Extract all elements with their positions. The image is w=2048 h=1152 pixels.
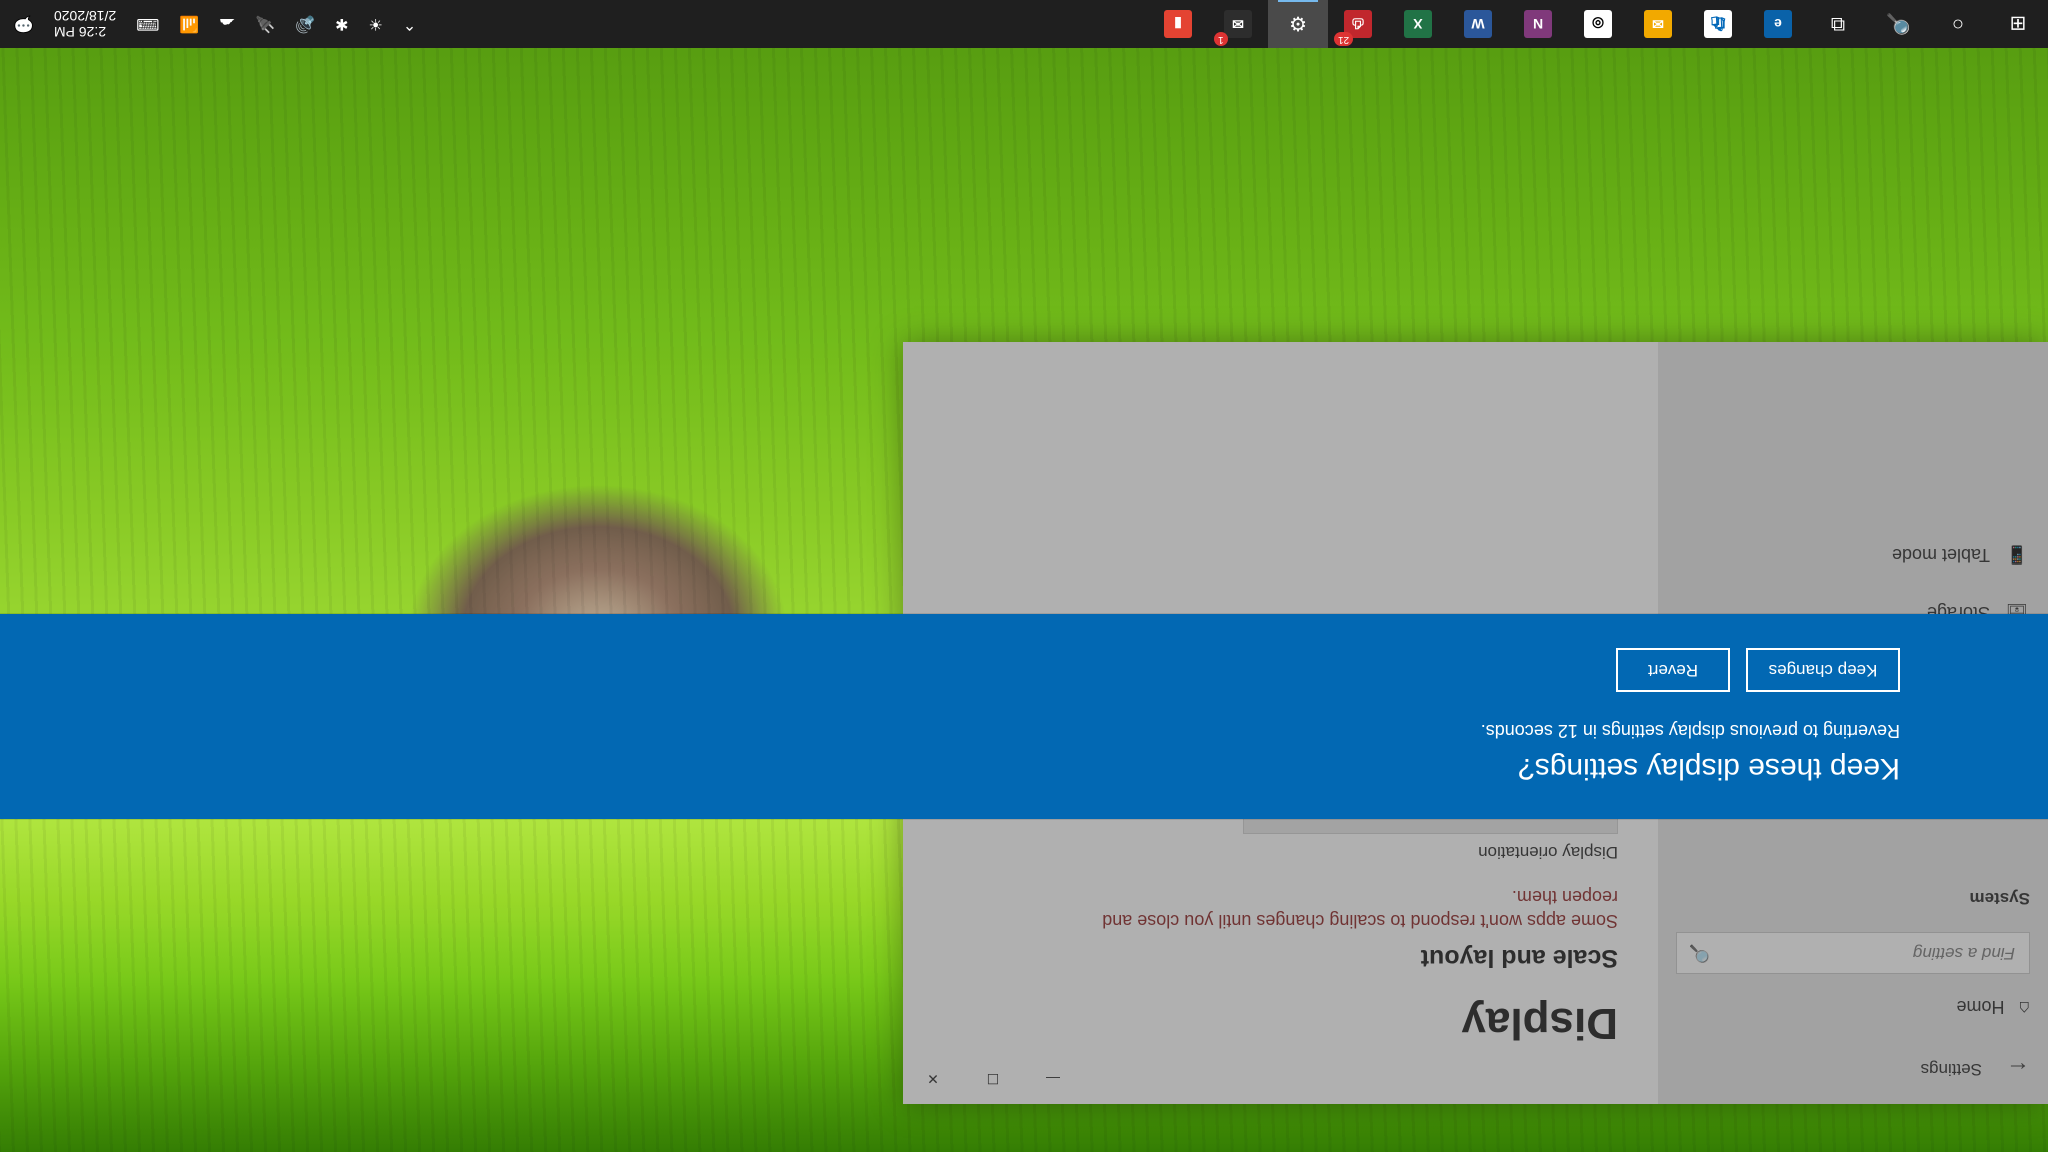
clock-time: 2:26 PM: [54, 24, 116, 40]
settings-icon: ⚙: [1289, 12, 1307, 37]
taskbar-edge[interactable]: e: [1748, 0, 1808, 48]
taskbar-search[interactable]: 🔍: [1868, 0, 1928, 48]
keep-changes-dialog: Keep these display settings? Reverting t…: [0, 614, 2048, 819]
sidebar-item-tablet[interactable]: 📱 Tablet mode: [1676, 526, 2030, 584]
todoist-icon: ▮: [1164, 10, 1192, 38]
tray-icon-7[interactable]: ⌨: [136, 14, 159, 34]
word-icon: W: [1464, 10, 1492, 38]
cortana-icon: ○: [1952, 13, 1964, 36]
tray-icon-0[interactable]: ⌃: [403, 14, 416, 34]
orientation-label: Display orientation: [943, 842, 1618, 862]
taskbar-apps: ⊞○🔍⧉e🛍✉◎NWX⎙21⚙✉1▮: [1148, 0, 2048, 48]
start-icon: ⊞: [2010, 12, 2027, 37]
taskbar-word[interactable]: W: [1448, 0, 1508, 48]
dialog-message: Reverting to previous display settings i…: [1481, 720, 1900, 741]
taskbar-pdf[interactable]: ⎙21: [1328, 0, 1388, 48]
tray-icon-3[interactable]: 🔊: [295, 14, 315, 34]
search-input[interactable]: 🔍: [1676, 932, 2030, 974]
home-label: Home: [1957, 997, 2005, 1018]
section-system: System: [1676, 888, 2030, 908]
tray-icon-4[interactable]: 🔌: [255, 14, 275, 34]
dialog-title: Keep these display settings?: [1481, 751, 1900, 785]
tray-icon-1[interactable]: ☀: [368, 14, 382, 34]
mail2-badge: 1: [1214, 32, 1228, 46]
chrome-icon: ◎: [1584, 10, 1612, 38]
minimize-button[interactable]: —: [1023, 1056, 1083, 1102]
taskbar-cortana[interactable]: ○: [1928, 0, 1988, 48]
keep-changes-button[interactable]: Keep changes: [1746, 648, 1900, 692]
notifications-icon[interactable]: 💬: [14, 14, 34, 34]
taskbar-start[interactable]: ⊞: [1988, 0, 2048, 48]
taskbar-mail2[interactable]: ✉1: [1208, 0, 1268, 48]
search-field[interactable]: [1734, 942, 2017, 964]
keep-label: Keep changes: [1769, 660, 1878, 680]
taskbar-settings[interactable]: ⚙: [1268, 0, 1328, 48]
mail2-icon: ✉: [1224, 10, 1252, 38]
close-button[interactable]: ✕: [903, 1056, 963, 1102]
taskbar-excel[interactable]: X: [1388, 0, 1448, 48]
system-tray: ⌃ ☀ ✱ 🔊 🔌 ☁ 📶 ⌨ 2:26 PM 2/18/2020 💬: [0, 0, 430, 48]
scale-warning: Some apps won't respond to scaling chang…: [1078, 884, 1618, 933]
revert-label: Revert: [1648, 660, 1698, 680]
home-icon: ⌂: [2019, 996, 2030, 1018]
scale-heading: Scale and layout: [943, 943, 1618, 972]
window-title: Settings: [1921, 1059, 1982, 1079]
search-icon: 🔍: [1689, 943, 1710, 963]
pdf-badge: 21: [1334, 32, 1353, 46]
onenote-icon: N: [1524, 10, 1552, 38]
taskbar-mail[interactable]: ✉: [1628, 0, 1688, 48]
mail-icon: ✉: [1644, 10, 1672, 38]
tray-icon-5[interactable]: ☁: [219, 14, 235, 34]
excel-icon: X: [1404, 10, 1432, 38]
sidebar-home[interactable]: ⌂ Home: [1676, 980, 2030, 1034]
store-icon: 🛍: [1704, 10, 1732, 38]
tray-icon-6[interactable]: 📶: [179, 14, 199, 34]
taskview-icon: ⧉: [1831, 13, 1845, 36]
taskbar-onenote[interactable]: N: [1508, 0, 1568, 48]
taskbar-chrome[interactable]: ◎: [1568, 0, 1628, 48]
taskbar-taskview[interactable]: ⧉: [1808, 0, 1868, 48]
taskbar: ⊞○🔍⧉e🛍✉◎NWX⎙21⚙✉1▮ ⌃☀✱🔊🔌☁📶⌨ 2:26 PM 2/18…: [0, 0, 2048, 48]
sidebar-item-label: Tablet mode: [1892, 545, 1990, 566]
maximize-button[interactable]: ☐: [963, 1056, 1023, 1102]
page-title: Display: [943, 998, 1618, 1048]
taskbar-store[interactable]: 🛍: [1688, 0, 1748, 48]
revert-button[interactable]: Revert: [1616, 648, 1730, 692]
clock-date: 2/18/2020: [54, 8, 116, 24]
taskbar-todoist[interactable]: ▮: [1148, 0, 1208, 48]
edge-icon: e: [1764, 10, 1792, 38]
tray-icon-2[interactable]: ✱: [335, 14, 348, 34]
taskbar-clock[interactable]: 2:26 PM 2/18/2020: [54, 8, 116, 40]
search-icon: 🔍: [1886, 12, 1911, 37]
tablet-icon: 📱: [2006, 545, 2028, 566]
titlebar: — ☐ ✕: [903, 1054, 1658, 1104]
back-arrow-icon[interactable]: ←: [2006, 1055, 2030, 1083]
